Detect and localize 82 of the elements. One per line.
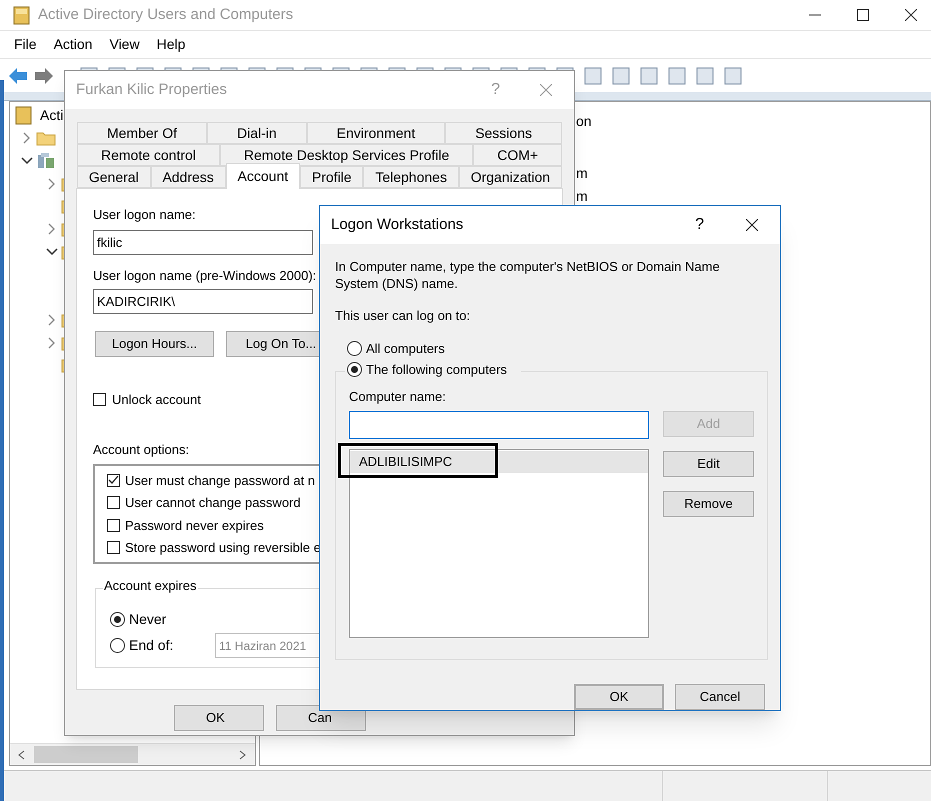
button[interactable]: Logon Hours...	[95, 331, 214, 357]
computer-name-field[interactable]	[349, 411, 649, 439]
tab[interactable]: COM+	[473, 144, 562, 166]
expanded-chevron-icon[interactable]	[46, 248, 58, 256]
prompt-text: This user can log on to:	[335, 307, 470, 325]
maximize-icon[interactable]	[857, 9, 869, 21]
radio-button[interactable]	[347, 362, 362, 378]
radio-button[interactable]	[110, 638, 125, 653]
list-item[interactable]: m	[576, 185, 930, 208]
expanded-chevron-icon[interactable]	[21, 157, 33, 166]
button[interactable]: Remove	[663, 491, 754, 517]
tab[interactable]: Account	[226, 163, 300, 189]
check-icon	[108, 475, 119, 486]
collapsed-chevron-icon[interactable]	[48, 314, 56, 326]
menu-item[interactable]: File	[14, 34, 37, 55]
scroll-right-icon[interactable]	[239, 750, 247, 760]
button[interactable]: OK	[574, 684, 664, 710]
checkbox-label: User must change password at n	[125, 472, 316, 490]
radio-button[interactable]	[347, 340, 362, 356]
checkbox[interactable]	[107, 474, 120, 487]
toolbar-icon[interactable]	[724, 66, 742, 86]
help-icon[interactable]: ?	[695, 213, 704, 237]
collapsed-chevron-icon[interactable]	[48, 178, 56, 190]
close-icon[interactable]	[746, 219, 758, 231]
checkbox-label: User cannot change password	[125, 494, 301, 512]
tab[interactable]: Telephones	[363, 166, 459, 188]
back-arrow-icon[interactable]	[8, 66, 28, 84]
checkbox-label: Unlock account	[112, 391, 201, 409]
text-field[interactable]: KADIRCIRIK\	[93, 289, 313, 314]
tab[interactable]: Remote Desktop Services Profile	[220, 144, 474, 166]
directory-icon[interactable]	[15, 106, 32, 125]
collapsed-chevron-icon[interactable]	[23, 132, 31, 144]
menu-item[interactable]: Help	[156, 34, 186, 55]
tab[interactable]: Organization	[458, 166, 562, 188]
dialog-title: Furkan Kilic Properties	[76, 80, 227, 100]
checkbox[interactable]	[107, 518, 120, 532]
toolbar-icon[interactable]	[668, 66, 686, 86]
tab[interactable]: Sessions	[445, 122, 562, 144]
tab[interactable]: Member Of	[77, 122, 207, 144]
field-label: User logon name:	[93, 206, 196, 224]
window-title: Active Directory Users and Computers	[38, 4, 294, 25]
toolbar-icon[interactable]	[696, 66, 714, 86]
section-label: Account options:	[93, 440, 190, 459]
toolbar-icon[interactable]	[640, 66, 658, 86]
checkbox-label: Password never expires	[125, 516, 264, 535]
button[interactable]: Cancel	[675, 684, 765, 710]
radio-button[interactable]	[110, 612, 125, 627]
tab[interactable]: Dial-in	[206, 122, 307, 144]
list-item[interactable]: m	[576, 162, 930, 185]
tab[interactable]: Profile	[300, 166, 364, 188]
checkbox[interactable]	[107, 496, 120, 510]
scroll-left-icon[interactable]	[18, 750, 26, 760]
tab[interactable]: Address	[150, 166, 226, 188]
field-label: Computer name:	[349, 388, 446, 406]
list-item[interactable]: ADLIBILISIMPC	[350, 451, 648, 473]
button[interactable]: OK	[174, 705, 264, 731]
radio-label: Never	[129, 610, 168, 629]
tree-item[interactable]: Acti	[40, 105, 64, 126]
scrollbar-thumb[interactable]	[34, 746, 138, 763]
radio-label: The following computers	[366, 361, 507, 379]
forward-arrow-icon[interactable]	[34, 66, 54, 84]
dialog-title: Logon Workstations	[331, 214, 464, 235]
collapsed-chevron-icon[interactable]	[48, 223, 56, 236]
checkbox[interactable]	[107, 541, 120, 554]
close-icon[interactable]	[905, 9, 917, 21]
list-item[interactable]: on	[576, 110, 930, 133]
app-icon	[13, 6, 30, 24]
collapsed-chevron-icon[interactable]	[48, 336, 56, 349]
tab[interactable]: Environment	[306, 122, 446, 144]
toolbar-icon[interactable]	[612, 66, 630, 86]
radio-label: All computers	[366, 340, 445, 358]
text-field[interactable]: fkilic	[93, 230, 313, 254]
tab[interactable]: Remote control	[77, 144, 220, 166]
radio-label: End of:	[129, 636, 174, 655]
menu-item[interactable]: Action	[54, 34, 92, 55]
checkbox[interactable]	[93, 393, 106, 406]
field-label: User logon name (pre-Windows 2000):	[93, 266, 316, 285]
button[interactable]: Edit	[663, 451, 754, 477]
tab[interactable]: General	[77, 166, 151, 188]
menu-item[interactable]: View	[109, 34, 140, 55]
toolbar-icon[interactable]	[584, 66, 602, 86]
description-text: In Computer name, type the computer's NetBIOS or Domain Name System (DNS) name.	[335, 258, 721, 292]
